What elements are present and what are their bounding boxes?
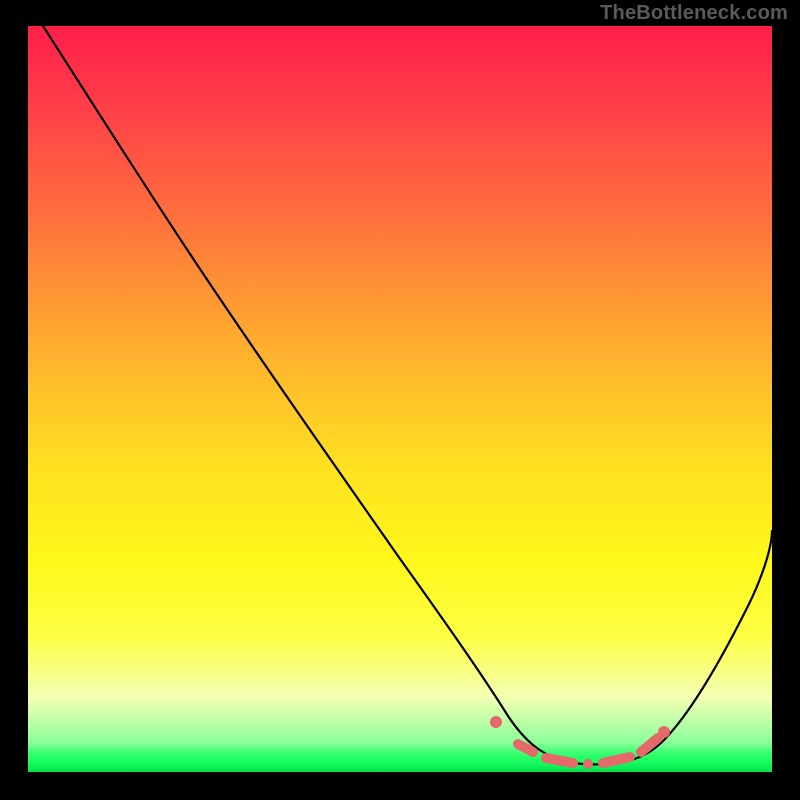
curve-path xyxy=(43,26,772,764)
optimal-zone-markers xyxy=(490,716,670,769)
plot-area xyxy=(28,26,772,772)
bottleneck-curve xyxy=(28,26,772,772)
watermark-text: TheBottleneck.com xyxy=(600,2,788,25)
chart-frame: TheBottleneck.com xyxy=(0,0,800,800)
